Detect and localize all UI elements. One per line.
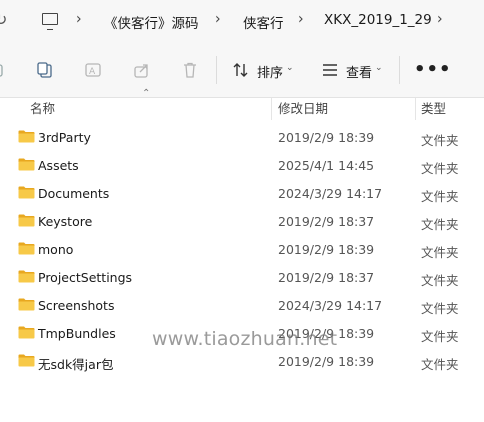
file-type: 文件夹 <box>421 357 459 372</box>
more-options-button[interactable]: ••• <box>414 59 452 80</box>
file-type: 文件夹 <box>421 301 459 316</box>
folder-icon <box>18 298 35 311</box>
breadcrumb-item-current[interactable]: XKX_2019_1_29 <box>324 12 432 28</box>
sort-icon[interactable] <box>232 61 250 79</box>
file-type: 文件夹 <box>421 217 459 232</box>
view-icon[interactable] <box>321 61 339 79</box>
chevron-right-icon[interactable]: › <box>76 10 82 28</box>
file-type: 文件夹 <box>421 133 459 148</box>
column-header-modified[interactable]: 修改日期 <box>278 98 328 120</box>
toolbar-divider <box>399 56 400 84</box>
this-pc-icon[interactable] <box>42 13 58 30</box>
file-modified-date: 2019/2/9 18:39 <box>278 242 375 257</box>
breadcrumb-item-xiakexing[interactable]: 侠客行 <box>243 12 284 32</box>
folder-icon <box>18 214 35 227</box>
command-bar: A 排序 ⌄ 查看 ⌄ ••• <box>0 42 484 98</box>
breadcrumb-item-source[interactable]: 《侠客行》源码 <box>104 12 199 32</box>
table-row[interactable]: Keystore 2019/2/9 18:37 文件夹 <box>0 208 484 236</box>
cut-icon[interactable] <box>0 61 6 79</box>
refresh-icon[interactable]: ↻ <box>0 10 7 29</box>
sort-ascending-icon: ⌃ <box>142 88 151 99</box>
table-row[interactable]: mono 2019/2/9 18:39 文件夹 <box>0 236 484 264</box>
delete-icon[interactable] <box>181 61 199 79</box>
column-header-name[interactable]: 名称 <box>30 98 55 120</box>
file-name: 无sdk得jar包 <box>38 357 114 372</box>
file-modified-date: 2024/3/29 14:17 <box>278 298 383 313</box>
file-type: 文件夹 <box>421 189 459 204</box>
copy-icon[interactable] <box>36 61 54 79</box>
file-name: Assets <box>38 158 79 173</box>
chevron-right-icon[interactable]: › <box>437 10 443 28</box>
file-modified-date: 2019/2/9 18:37 <box>278 214 375 229</box>
chevron-down-icon[interactable]: ⌄ <box>286 63 294 73</box>
file-name: TmpBundles <box>38 326 116 341</box>
address-bar: ↻ › 《侠客行》源码 › 侠客行 › XKX_2019_1_29 › <box>0 0 484 42</box>
file-type: 文件夹 <box>421 273 459 288</box>
folder-icon <box>18 186 35 199</box>
table-row[interactable]: ProjectSettings 2019/2/9 18:37 文件夹 <box>0 264 484 292</box>
file-type: 文件夹 <box>421 329 459 344</box>
table-row[interactable]: 无sdk得jar包 2019/2/9 18:39 文件夹 <box>0 348 484 376</box>
folder-icon <box>18 354 35 367</box>
file-name: 3rdParty <box>38 130 91 145</box>
sort-button[interactable]: 排序 <box>257 62 283 81</box>
chevron-down-icon[interactable]: ⌄ <box>375 63 383 73</box>
file-modified-date: 2019/2/9 18:39 <box>278 130 375 145</box>
table-row[interactable]: Assets 2025/4/1 14:45 文件夹 <box>0 152 484 180</box>
file-modified-date: 2025/4/1 14:45 <box>278 158 375 173</box>
file-name: Keystore <box>38 214 93 229</box>
rename-icon[interactable]: A <box>84 61 102 79</box>
chevron-right-icon[interactable]: › <box>298 10 304 28</box>
file-modified-date: 2024/3/29 14:17 <box>278 186 383 201</box>
toolbar-divider <box>216 56 217 84</box>
file-modified-date: 2019/2/9 18:39 <box>278 354 375 369</box>
column-header-type[interactable]: 类型 <box>421 98 446 120</box>
table-row[interactable]: 3rdParty 2019/2/9 18:39 文件夹 <box>0 124 484 152</box>
file-modified-date: 2019/2/9 18:37 <box>278 270 375 285</box>
table-row[interactable]: Documents 2024/3/29 14:17 文件夹 <box>0 180 484 208</box>
file-name: ProjectSettings <box>38 270 133 285</box>
folder-icon <box>18 326 35 339</box>
folder-icon <box>18 270 35 283</box>
file-name: Documents <box>38 186 110 201</box>
view-button[interactable]: 查看 <box>346 62 372 81</box>
column-divider[interactable] <box>271 98 272 120</box>
column-divider[interactable] <box>415 98 416 120</box>
folder-icon <box>18 158 35 171</box>
chevron-right-icon[interactable]: › <box>215 10 221 28</box>
file-name: Screenshots <box>38 298 115 313</box>
file-type: 文件夹 <box>421 245 459 260</box>
table-row[interactable]: Screenshots 2024/3/29 14:17 文件夹 <box>0 292 484 320</box>
file-type: 文件夹 <box>421 161 459 176</box>
file-name: mono <box>38 242 74 257</box>
share-icon[interactable] <box>133 61 151 79</box>
svg-text:A: A <box>89 67 96 77</box>
folder-icon <box>18 242 35 255</box>
watermark-text: www.tiaozhuan.net <box>152 328 338 350</box>
folder-icon <box>18 130 35 143</box>
